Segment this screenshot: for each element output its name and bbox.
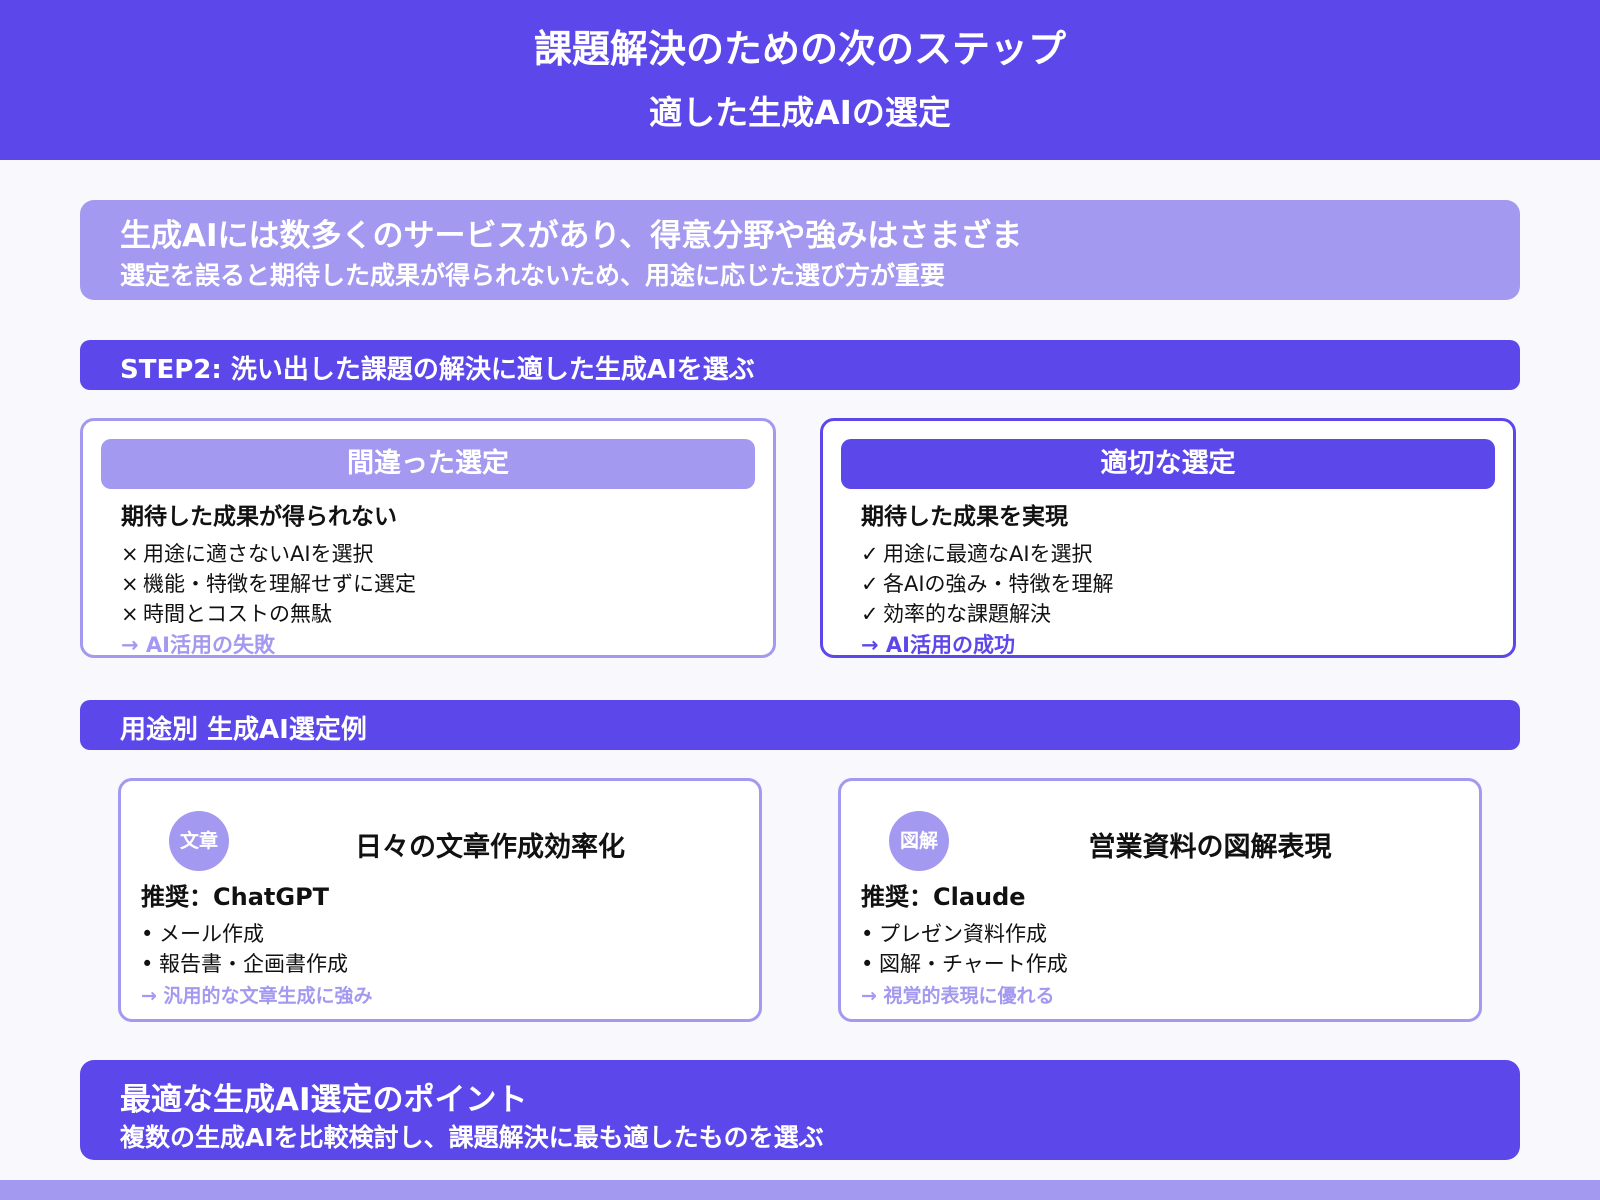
- check-icon: ✓: [861, 542, 879, 566]
- list-item: • 報告書・企画書作成: [141, 949, 348, 979]
- wrong-selection-heading: 期待した成果が得られない: [121, 504, 397, 530]
- list-item: × 機能・特徴を理解せずに選定: [121, 569, 416, 599]
- list-item-text: メール作成: [159, 922, 264, 946]
- check-icon: ✓: [861, 572, 879, 596]
- list-item: ✓ 効率的な課題解決: [861, 599, 1114, 629]
- step2-bar: STEP2: 洗い出した課題の解決に適した生成AIを選ぶ: [80, 340, 1520, 390]
- usecase-card-writing: 文章 日々の文章作成効率化 推奨：ChatGPT • メール作成 • 報告書・企画書…: [118, 778, 762, 1022]
- bullet-icon: •: [861, 922, 874, 946]
- usecase-recommendation: 推奨：ChatGPT: [141, 883, 330, 911]
- header-banner: 課題解決のための次のステップ 適した生成AIの選定: [0, 0, 1600, 160]
- right-selection-list: ✓ 用途に最適なAIを選択 ✓ 各AIの強み・特徴を理解 ✓ 効率的な課題解決: [861, 539, 1114, 629]
- usecase-title: 営業資料の図解表現: [1088, 832, 1332, 863]
- list-item-text: 効率的な課題解決: [883, 602, 1051, 626]
- page-subtitle: 適した生成AIの選定: [649, 93, 951, 132]
- list-item: ✓ 各AIの強み・特徴を理解: [861, 569, 1114, 599]
- step2-label: STEP2: 洗い出した課題の解決に適した生成AIを選ぶ: [120, 355, 755, 385]
- usecase-note: → 汎用的な文章生成に強み: [141, 985, 373, 1007]
- wrong-selection-result: → AI活用の失敗: [121, 633, 275, 657]
- list-item: ✓ 用途に最適なAIを選択: [861, 539, 1114, 569]
- page-title: 課題解決のための次のステップ: [533, 27, 1066, 71]
- check-icon: ✓: [861, 602, 879, 626]
- intro-box: 生成AIには数多くのサービスがあり、得意分野や強みはさまざま 選定を誤ると期待し…: [80, 200, 1520, 300]
- usecase-recommendation: 推奨：Claude: [861, 883, 1026, 911]
- right-selection-header: 適切な選定: [841, 439, 1495, 489]
- usecase-bar-label: 用途別 生成AI選定例: [120, 715, 367, 745]
- usecase-title: 日々の文章作成効率化: [355, 832, 625, 863]
- intro-line-1: 生成AIには数多くのサービスがあり、得意分野や強みはさまざま: [120, 218, 1023, 254]
- usecase-list: • プレゼン資料作成 • 図解・チャート作成: [861, 919, 1068, 979]
- cross-icon: ×: [121, 602, 139, 626]
- list-item-text: 用途に最適なAIを選択: [883, 542, 1093, 566]
- list-item: • プレゼン資料作成: [861, 919, 1068, 949]
- point-line-2: 複数の生成AIを比較検討し、課題解決に最も適したものを選ぶ: [120, 1123, 824, 1152]
- list-item-text: 報告書・企画書作成: [159, 952, 348, 976]
- right-selection-heading: 期待した成果を実現: [861, 504, 1068, 530]
- usecase-card-diagram: 図解 営業資料の図解表現 推奨：Claude • プレゼン資料作成 • 図解・チャー…: [838, 778, 1482, 1022]
- diagram-badge-icon: 図解: [889, 811, 949, 871]
- bullet-icon: •: [141, 922, 154, 946]
- writing-badge-icon: 文章: [169, 811, 229, 871]
- intro-line-2: 選定を誤ると期待した成果が得られないため、用途に応じた選び方が重要: [120, 261, 946, 290]
- list-item-text: 機能・特徴を理解せずに選定: [143, 572, 416, 596]
- list-item-text: プレゼン資料作成: [879, 922, 1047, 946]
- usecase-bar: 用途別 生成AI選定例: [80, 700, 1520, 750]
- right-selection-card: 適切な選定 期待した成果を実現 ✓ 用途に最適なAIを選択 ✓ 各AIの強み・特徴を…: [820, 418, 1516, 658]
- wrong-selection-card: 間違った選定 期待した成果が得られない × 用途に適さないAIを選択 × 機能・特徴…: [80, 418, 776, 658]
- list-item: • メール作成: [141, 919, 348, 949]
- wrong-selection-header: 間違った選定: [101, 439, 755, 489]
- bullet-icon: •: [141, 952, 154, 976]
- point-line-1: 最適な生成AI選定のポイント: [120, 1082, 528, 1118]
- list-item: × 時間とコストの無駄: [121, 599, 416, 629]
- list-item: • 図解・チャート作成: [861, 949, 1068, 979]
- bullet-icon: •: [861, 952, 874, 976]
- wrong-selection-list: × 用途に適さないAIを選択 × 機能・特徴を理解せずに選定 × 時間とコストの無駄: [121, 539, 416, 629]
- list-item-text: 用途に適さないAIを選択: [143, 542, 374, 566]
- list-item-text: 図解・チャート作成: [879, 952, 1068, 976]
- usecase-list: • メール作成 • 報告書・企画書作成: [141, 919, 348, 979]
- list-item-text: 各AIの強み・特徴を理解: [883, 572, 1114, 596]
- list-item: × 用途に適さないAIを選択: [121, 539, 416, 569]
- footer-strip: [0, 1180, 1600, 1200]
- right-selection-result: → AI活用の成功: [861, 633, 1015, 657]
- selection-point-box: 最適な生成AI選定のポイント 複数の生成AIを比較検討し、課題解決に最も適したも…: [80, 1060, 1520, 1160]
- cross-icon: ×: [121, 572, 139, 596]
- list-item-text: 時間とコストの無駄: [143, 602, 332, 626]
- usecase-note: → 視覚的表現に優れる: [861, 985, 1055, 1007]
- cross-icon: ×: [121, 542, 139, 566]
